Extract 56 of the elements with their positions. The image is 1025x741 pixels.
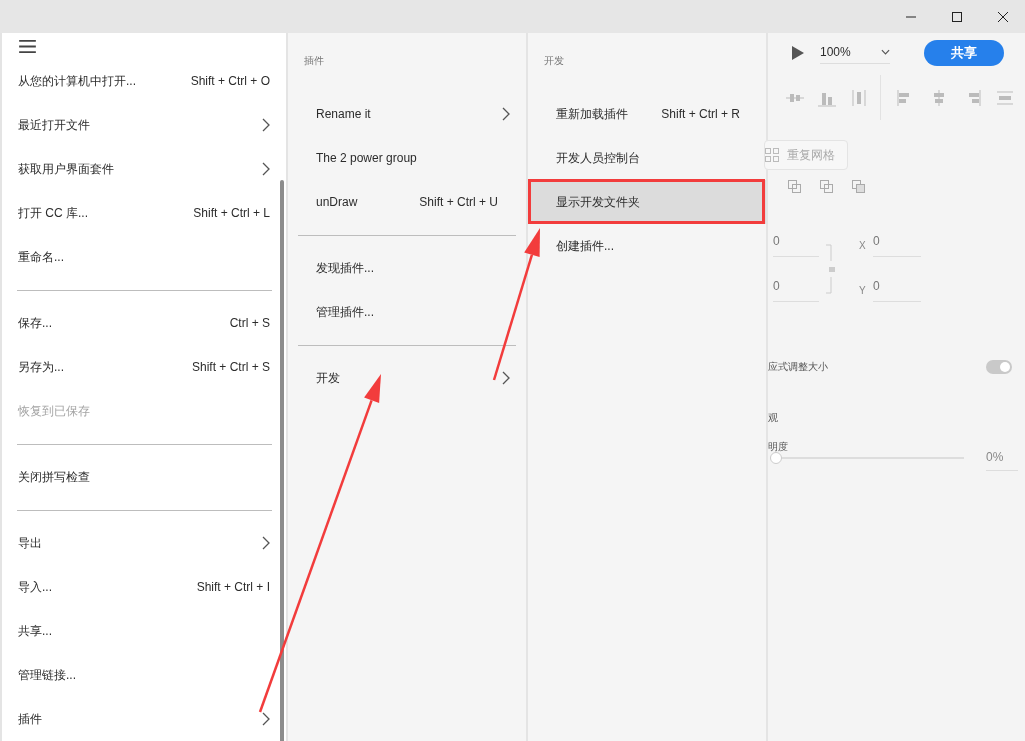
menu-icon[interactable]	[19, 39, 36, 53]
share-button[interactable]: 共享	[924, 40, 1004, 66]
chevron-right-icon	[502, 107, 510, 121]
menu-item[interactable]: 重命名...	[2, 235, 286, 279]
menu-item[interactable]: 关闭拼写检查	[2, 455, 286, 499]
menu-item[interactable]: 发现插件...	[288, 246, 526, 290]
slider-thumb[interactable]	[770, 452, 782, 464]
menu-item[interactable]: 最近打开文件	[2, 103, 286, 147]
boolean-icon[interactable]	[788, 180, 802, 194]
y-field[interactable]: 0	[873, 279, 921, 302]
menu-item[interactable]: 开发人员控制台	[528, 136, 766, 180]
lock-icon[interactable]	[826, 244, 836, 294]
boolean-icon[interactable]	[852, 180, 866, 194]
distribute-icon[interactable]	[850, 88, 868, 107]
chevron-right-icon	[262, 712, 270, 726]
menu-item[interactable]: 开发	[288, 356, 526, 400]
menu-item[interactable]: 从您的计算机中打开... Shift + Ctrl + O	[2, 59, 286, 103]
chevron-right-icon	[262, 536, 270, 550]
menu-title: 开发	[543, 54, 565, 68]
width-field[interactable]: 0	[773, 234, 819, 257]
field-label: Y	[859, 285, 867, 296]
section-title: 观	[768, 411, 779, 425]
menu-item[interactable]: 另存为... Shift + Ctrl + S	[2, 345, 286, 389]
chevron-right-icon	[262, 162, 270, 176]
menu-item[interactable]: 重新加载插件 Shift + Ctrl + R	[528, 92, 766, 136]
menu-title: 插件	[303, 54, 325, 68]
menu-item[interactable]: Rename it	[288, 92, 526, 136]
menu-item[interactable]: 导入... Shift + Ctrl + I	[2, 565, 286, 609]
play-icon[interactable]	[792, 46, 804, 60]
grid-icon	[765, 148, 779, 162]
menu-item[interactable]: 导出	[2, 521, 286, 565]
scrollbar[interactable]	[280, 180, 284, 741]
close-icon[interactable]	[997, 10, 1009, 23]
menu-item[interactable]: 创建插件...	[528, 224, 766, 268]
menu-item[interactable]: 打开 CC 库... Shift + Ctrl + L	[2, 191, 286, 235]
maximize-icon[interactable]	[951, 10, 963, 23]
menu-item[interactable]: 保存... Ctrl + S	[2, 301, 286, 345]
chevron-right-icon	[502, 371, 510, 385]
x-field[interactable]: 0	[873, 234, 921, 257]
boolean-icon[interactable]	[820, 180, 834, 194]
zoom-dropdown[interactable]: 100%	[820, 42, 890, 64]
distribute-horizontal-icon[interactable]	[996, 88, 1014, 107]
menu-item[interactable]: 插件	[2, 697, 286, 741]
menu-item[interactable]: 管理插件...	[288, 290, 526, 334]
chevron-right-icon	[262, 118, 270, 132]
chevron-down-icon	[881, 48, 890, 55]
menu-item[interactable]: The 2 power group	[288, 136, 526, 180]
menu-item[interactable]: 获取用户界面套件	[2, 147, 286, 191]
menu-item[interactable]: 管理链接...	[2, 653, 286, 697]
responsive-label: 应式调整大小	[768, 360, 828, 374]
toggle-switch[interactable]	[986, 360, 1012, 374]
height-field[interactable]: 0	[773, 279, 819, 302]
field-label: X	[859, 240, 867, 251]
menu-item[interactable]: 共享...	[2, 609, 286, 653]
menu-item[interactable]: unDraw Shift + Ctrl + U	[288, 180, 526, 224]
opacity-label: 明度	[768, 440, 789, 454]
